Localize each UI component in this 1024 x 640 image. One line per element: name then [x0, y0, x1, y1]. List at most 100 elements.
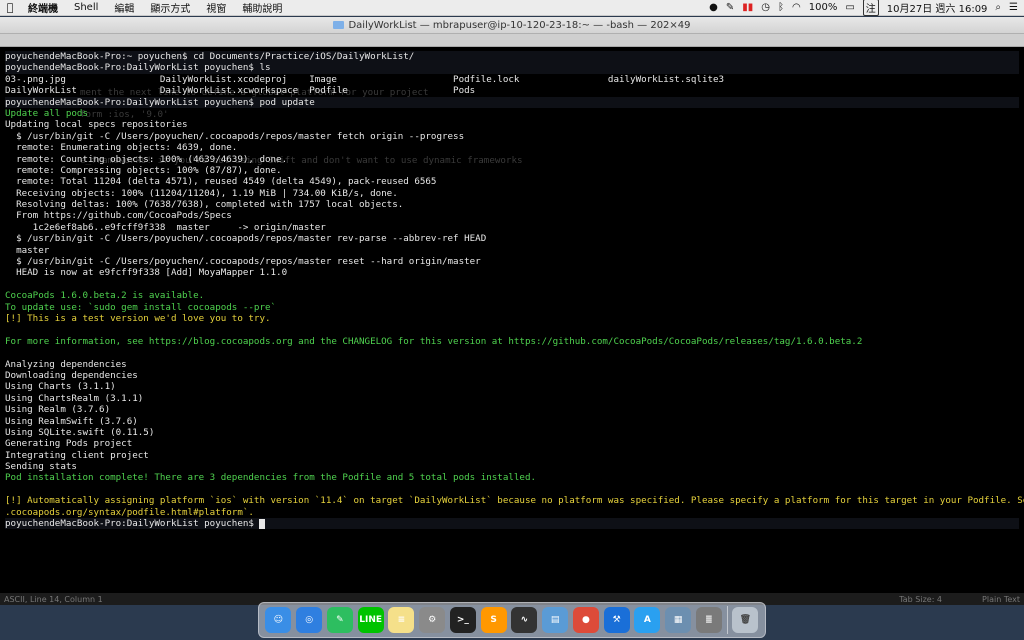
terminal-line: poyuchendeMacBook-Pro:~ poyuchen$ cd Doc… — [5, 51, 1019, 63]
terminal-line: Using SQLite.swift (0.11.5) — [5, 427, 1019, 438]
terminal-line: 03-.png.jpg DailyWorkList.xcodeproj Imag… — [5, 74, 1019, 85]
spotlight-icon[interactable]: ⌕ — [995, 0, 1001, 16]
line-status-icon[interactable]: ● — [709, 0, 718, 16]
statusbar-syntax: Plain Text — [982, 594, 1020, 604]
database-icon[interactable]: ≣ — [695, 607, 722, 633]
terminal-line: HEAD is now at e9fcff9f338 [Add] MoyaMap… — [5, 267, 1019, 278]
input-method[interactable]: 注 — [862, 0, 879, 16]
terminal-line: Using Charts (3.1.1) — [5, 381, 1019, 392]
activity-monitor-icon[interactable]: ∿ — [511, 607, 538, 633]
system-preferences-icon[interactable]: ⚙ — [419, 607, 446, 633]
terminal-line-text: Update all pods — [5, 107, 88, 119]
finder-icon[interactable]: ☺ — [265, 607, 292, 633]
terminal-line: Generating Pods project — [5, 438, 1019, 449]
battery-icon[interactable]: ▭ — [845, 0, 854, 16]
terminal-line-text: Sending stats — [5, 461, 77, 473]
terminal-icon[interactable]: >_ — [449, 607, 476, 633]
terminal-line-text: $ /usr/bin/git -C /Users/poyuchen/.cocoa… — [5, 256, 481, 268]
terminal-line-text: Using Charts (3.1.1) — [5, 381, 116, 393]
terminal-line-text: Updating local specs repositories — [5, 119, 188, 131]
terminal-line-text: 1c2e6ef8ab6..e9fcff9f338 master -> origi… — [5, 221, 326, 233]
notes-icon[interactable]: ≡ — [388, 607, 415, 633]
terminal-line: poyuchendeMacBook-Pro:DailyWorkList poyu… — [5, 62, 1019, 74]
image-viewer-icon[interactable]: ▦ — [665, 607, 692, 633]
menu-edit[interactable]: 編輯 — [106, 0, 142, 15]
terminal-line: Integrating client project — [5, 450, 1019, 461]
terminal-line-text: remote: Total 11204 (delta 4571), reused… — [5, 176, 437, 188]
terminal-line: .cocoapods.org/syntax/podfile.html#platf… — [5, 507, 1019, 518]
time-machine-icon[interactable]: ◷ — [761, 0, 770, 16]
terminal-line: Using RealmSwift (3.7.6) — [5, 416, 1019, 427]
terminal-line-text: Downloading dependencies — [5, 369, 138, 381]
terminal-line: Receiving objects: 100% (11204/11204), 1… — [5, 188, 1019, 199]
window-titlebar[interactable]: DailyWorkList — mbrapuser@ip-10-120-23-1… — [0, 17, 1024, 34]
menu-view[interactable]: 顯示方式 — [142, 0, 198, 15]
terminal-line: Resolving deltas: 100% (7638/7638), comp… — [5, 199, 1019, 210]
apple-icon[interactable]:  — [0, 1, 20, 14]
trash-icon[interactable]: 🗑 — [732, 607, 759, 633]
window-title: DailyWorkList — mbrapuser@ip-10-120-23-1… — [348, 19, 691, 31]
terminal-line: DailyWorkList DailyWorkList.xcworkspace … — [5, 85, 1019, 96]
terminal-line-text: remote: Compressing objects: 100% (87/87… — [5, 164, 282, 176]
clock[interactable]: 10月27日 週六 16:09 — [887, 0, 988, 15]
terminal-line-text: Pod installation complete! There are 3 d… — [5, 472, 537, 484]
terminal-line-text: master — [5, 244, 50, 256]
terminal-line-text: HEAD is now at e9fcff9f338 [Add] MoyaMap… — [5, 267, 288, 279]
terminal-line: remote: Enumerating objects: 4639, done. — [5, 142, 1019, 153]
text-cursor — [259, 518, 266, 529]
notification-center-icon[interactable]: ☰ — [1009, 0, 1018, 16]
terminal-line-text: poyuchendeMacBook-Pro:DailyWorkList poyu… — [5, 96, 315, 108]
terminal-line-text: $ /usr/bin/git -C /Users/poyuchen/.cocoa… — [5, 130, 465, 142]
terminal-line: master — [5, 245, 1019, 256]
terminal-line: For more information, see https://blog.c… — [5, 336, 1019, 347]
safari-icon[interactable]: ◎ — [296, 607, 323, 633]
terminal-line: $ /usr/bin/git -C /Users/poyuchen/.cocoa… — [5, 256, 1019, 267]
terminal-output[interactable]: ment the next line to define a global pl… — [0, 47, 1024, 593]
bluetooth-icon[interactable]: ᛒ — [778, 0, 784, 16]
wifi-icon[interactable]: ◠ — [792, 0, 801, 16]
menu-window[interactable]: 視窗 — [198, 0, 234, 15]
terminal-line-text: Using Realm (3.7.6) — [5, 404, 111, 416]
tab-bar — [0, 34, 1024, 47]
preview-icon[interactable]: ▤ — [542, 607, 569, 633]
menu-bar:  終端機 Shell 編輯 顯示方式 視窗 輔助說明 ● ✎ ▮▮ ◷ ᛒ ◠… — [0, 0, 1024, 16]
terminal-line-text: Resolving deltas: 100% (7638/7638), comp… — [5, 199, 404, 211]
terminal-line-text: Generating Pods project — [5, 438, 133, 450]
terminal-line-text: From https://github.com/CocoaPods/Specs — [5, 210, 232, 222]
terminal-line: $ /usr/bin/git -C /Users/poyuchen/.cocoa… — [5, 131, 1019, 142]
terminal-line-text: Using ChartsRealm (3.1.1) — [5, 392, 144, 404]
terminal-line: Using Realm (3.7.6) — [5, 404, 1019, 415]
terminal-line-text: $ /usr/bin/git -C /Users/poyuchen/.cocoa… — [5, 233, 487, 245]
menu-shell[interactable]: Shell — [66, 2, 106, 13]
terminal-line-text: CocoaPods 1.6.0.beta.2 is available. — [5, 290, 205, 302]
terminal-line: [!] Automatically assigning platform `io… — [5, 495, 1024, 506]
terminal-line-text: Analyzing dependencies — [5, 358, 127, 370]
evernote-icon[interactable]: ✎ — [326, 607, 353, 633]
terminal-lines: poyuchendeMacBook-Pro:~ poyuchen$ cd Doc… — [5, 51, 1024, 530]
terminal-line: Downloading dependencies — [5, 370, 1019, 381]
line-icon[interactable]: LINE — [357, 607, 384, 633]
record-status-icon[interactable]: ▮▮ — [742, 0, 753, 16]
terminal-line-text: remote: Counting objects: 100% (4639/463… — [5, 153, 288, 165]
battery-percent[interactable]: 100% — [809, 2, 838, 13]
chrome-icon[interactable]: ● — [572, 607, 599, 633]
statusbar-left: ASCII, Line 14, Column 1 — [4, 594, 103, 604]
dock-separator — [726, 606, 728, 634]
menu-help[interactable]: 輔助說明 — [234, 0, 290, 15]
xcode-icon[interactable]: ⚒ — [603, 607, 630, 633]
terminal-line: 1c2e6ef8ab6..e9fcff9f338 master -> origi… — [5, 222, 1019, 233]
terminal-line: Sending stats — [5, 461, 1019, 472]
terminal-line-text: remote: Enumerating objects: 4639, done. — [5, 142, 238, 154]
terminal-line-text: DailyWorkList DailyWorkList.xcworkspace … — [5, 85, 476, 97]
terminal-line-text: For more information, see https://blog.c… — [5, 335, 863, 347]
sublime-text-icon[interactable]: S — [480, 607, 507, 633]
appstore-icon[interactable]: A — [634, 607, 661, 633]
terminal-line: remote: Counting objects: 100% (4639/463… — [5, 154, 1019, 165]
terminal-line: To update use: `sudo gem install cocoapo… — [5, 302, 1019, 313]
terminal-line: poyuchendeMacBook-Pro:DailyWorkList poyu… — [5, 518, 1019, 530]
evernote-status-icon[interactable]: ✎ — [726, 0, 734, 16]
menu-app-name[interactable]: 終端機 — [20, 0, 66, 15]
terminal-line: CocoaPods 1.6.0.beta.2 is available. — [5, 290, 1019, 301]
